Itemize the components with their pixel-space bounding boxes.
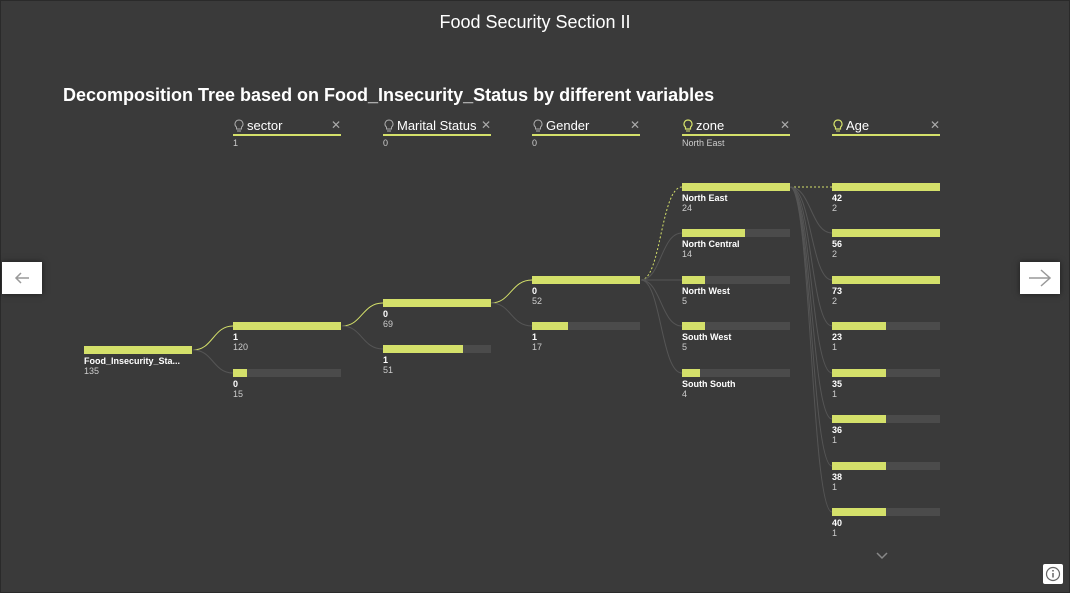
node-bar-fill: [682, 369, 701, 377]
column-header-marital-status[interactable]: Marital Status ✕ 0: [383, 118, 491, 148]
node-bar-fill: [682, 229, 745, 237]
node-bar-fill: [832, 415, 886, 423]
column-header-zone[interactable]: zone ✕ North East: [682, 118, 790, 148]
tree-node-root[interactable]: Food_Insecurity_Sta... 135: [84, 346, 192, 376]
tree-node-marital-1[interactable]: 1 51: [383, 345, 491, 375]
tree-node-age-42[interactable]: 42 2: [832, 183, 940, 213]
column-header-age[interactable]: Age ✕: [832, 118, 940, 138]
node-bar-fill: [233, 322, 341, 330]
node-bar: [383, 345, 491, 353]
node-bar-fill: [832, 183, 940, 191]
node-bar-fill: [832, 276, 940, 284]
arrow-right-icon: [1029, 269, 1052, 287]
lightbulb-icon: [384, 119, 394, 132]
column-selected-value: North East: [682, 138, 725, 148]
node-bar: [832, 462, 940, 470]
tree-node-zone-south-south[interactable]: South South 4: [682, 369, 790, 399]
node-bar: [832, 415, 940, 423]
node-bar: [532, 276, 640, 284]
node-bar: [383, 299, 491, 307]
tree-node-gender-0[interactable]: 0 52: [532, 276, 640, 306]
node-bar: [233, 322, 341, 330]
next-page-button[interactable]: [1020, 262, 1060, 294]
tree-node-age-36[interactable]: 36 1: [832, 415, 940, 445]
column-header-sector[interactable]: sector ✕ 1: [233, 118, 341, 148]
column-label: sector: [247, 118, 283, 133]
node-bar: [832, 369, 940, 377]
node-bar: [233, 369, 341, 377]
column-selected-value: 1: [233, 138, 239, 148]
tree-node-age-40[interactable]: 40 1: [832, 508, 940, 538]
tree-node-marital-0[interactable]: 0 69: [383, 299, 491, 329]
node-bar: [682, 183, 790, 191]
lightbulb-icon: [533, 119, 543, 132]
node-bar: [832, 276, 940, 284]
arrow-left-icon: [14, 272, 29, 284]
tree-node-sector-0[interactable]: 0 15: [233, 369, 341, 399]
info-button[interactable]: [1043, 564, 1063, 584]
tree-node-zone-north-east[interactable]: North East 24: [682, 183, 790, 213]
node-bar-fill: [682, 276, 705, 284]
tree-node-sector-1[interactable]: 1 120: [233, 322, 341, 352]
node-bar-fill: [383, 299, 491, 307]
tree-node-zone-north-west[interactable]: North West 5: [682, 276, 790, 306]
node-bar-fill: [532, 276, 640, 284]
lightbulb-icon: [234, 119, 244, 132]
node-bar: [682, 276, 790, 284]
chevron-down-icon[interactable]: [874, 548, 890, 564]
column-header-gender[interactable]: Gender ✕ 0: [532, 118, 640, 148]
column-label: Marital Status: [397, 118, 477, 133]
node-bar: [832, 229, 940, 237]
column-selected-value: 0: [532, 138, 538, 148]
tree-node-age-56[interactable]: 56 2: [832, 229, 940, 259]
node-bar: [832, 322, 940, 330]
close-icon[interactable]: ✕: [630, 118, 640, 132]
node-bar-fill: [832, 322, 886, 330]
tree-node-age-73[interactable]: 73 2: [832, 276, 940, 306]
node-bar: [832, 183, 940, 191]
node-bar-fill: [233, 369, 247, 377]
tree-node-zone-south-west[interactable]: South West 5: [682, 322, 790, 352]
node-bar-fill: [383, 345, 463, 353]
node-bar: [682, 369, 790, 377]
tree-node-gender-1[interactable]: 1 17: [532, 322, 640, 352]
tree-node-age-23[interactable]: 23 1: [832, 322, 940, 352]
column-label: Gender: [546, 118, 590, 133]
visual-title: Decomposition Tree based on Food_Insecur…: [63, 85, 715, 105]
node-bar: [832, 508, 940, 516]
node-bar: [682, 322, 790, 330]
lightbulb-icon: [683, 119, 693, 132]
column-label: zone: [696, 118, 725, 133]
close-icon[interactable]: ✕: [930, 118, 940, 132]
node-bar-fill: [832, 462, 886, 470]
close-icon[interactable]: ✕: [481, 118, 491, 132]
node-bar: [532, 322, 640, 330]
tree-node-zone-north-central[interactable]: North Central 14: [682, 229, 790, 259]
node-bar-fill: [682, 322, 705, 330]
node-bar-fill: [832, 229, 940, 237]
close-icon[interactable]: ✕: [780, 118, 790, 132]
node-bar-fill: [84, 346, 192, 354]
lightbulb-icon: [833, 119, 843, 132]
tree-node-age-38[interactable]: 38 1: [832, 462, 940, 492]
close-icon[interactable]: ✕: [331, 118, 341, 132]
tree-node-age-35[interactable]: 35 1: [832, 369, 940, 399]
node-bar-fill: [532, 322, 568, 330]
node-bar: [682, 229, 790, 237]
node-bar-fill: [682, 183, 790, 191]
previous-page-button[interactable]: [2, 262, 42, 294]
node-bar-fill: [832, 508, 886, 516]
node-bar-fill: [832, 369, 886, 377]
page-title: Food Security Section II: [439, 12, 631, 32]
info-icon: [1045, 566, 1061, 582]
column-label: Age: [846, 118, 870, 133]
column-selected-value: 0: [383, 138, 389, 148]
node-bar: [84, 346, 192, 354]
